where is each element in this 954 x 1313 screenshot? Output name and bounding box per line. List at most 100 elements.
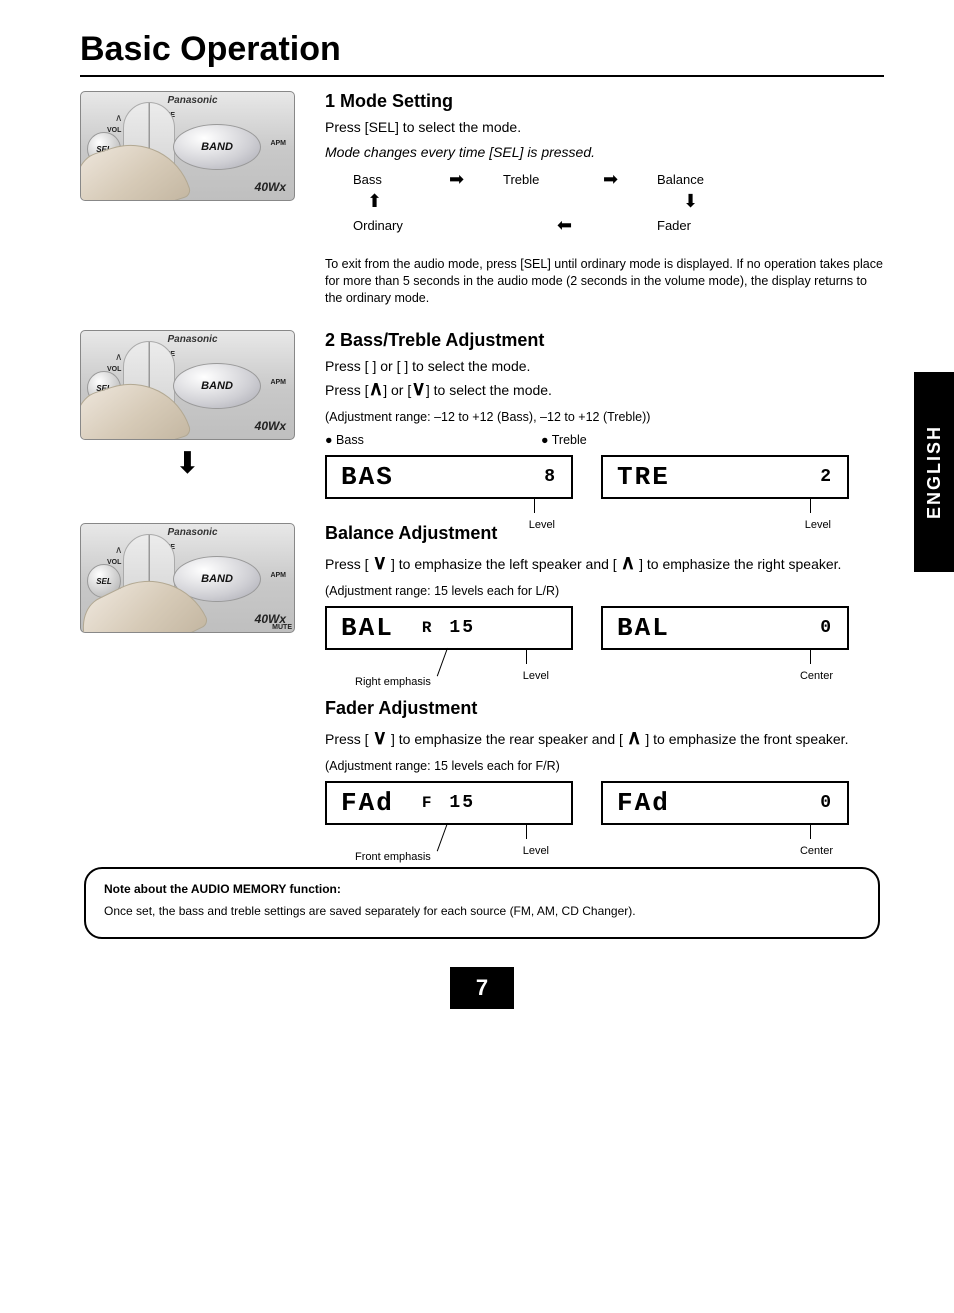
lcd-fad-value: 15 [449,793,475,813]
chevron-up-icon: ∧ [115,113,122,124]
caret-up-icon: ∧ [621,552,636,574]
lcd-treble-label: TRE [617,462,670,492]
band-button: BAND [173,124,261,170]
lcd-bass: BAS 8 [325,455,573,499]
treble-label: Treble [552,433,587,447]
lcd-treble-sub: Level [805,519,831,531]
row-step2: Panasonic VOL TUNE APM ∧ ∨ BAND SEL 40Wx… [80,330,884,519]
lcd-row-fader: FAd F 15 FAd 0 [325,781,884,825]
step2-heading: Bass/Treble Adjustment [340,330,544,350]
page-number: 7 [450,967,514,1009]
arrow-left-icon [557,216,572,234]
note-box: Note about the AUDIO MEMORY function: On… [84,867,880,939]
lcd-bal-center: BAL 0 [601,606,849,650]
lcd-bal-value: 15 [449,618,475,638]
step1-line1: Press [SEL] to select the mode. [325,118,884,137]
brand-label: Panasonic [167,334,217,345]
page-footer: 7 [80,967,884,1009]
arrow-right-icon [449,170,464,188]
fader-range: (Adjustment range: 15 levels each for F/… [325,758,884,775]
lcd-bal-left: BAL R 15 [325,606,573,650]
step2-row-labels: ● Bass ● Treble [325,432,884,449]
lcd-bass-sub: Level [529,519,555,531]
side-tab-label: ENGLISH [924,425,945,519]
lcd-row-balance: BAL R 15 BAL 0 [325,606,884,650]
mute-label: MUTE [272,624,292,631]
txt: ] to emphasize the rear speaker and [ [387,731,627,747]
lcd-bal-label: BAL [341,613,394,643]
radio-faceplate-figure: Panasonic VOL TUNE APM ∧ ∨ BAND SEL 40Wx… [80,523,295,633]
step1-line3: To exit from the audio mode, press [SEL]… [325,256,884,307]
arrow-down-icon: ⬇ [80,446,295,481]
lcd-bass-value: 8 [544,467,557,487]
lcd-bal-value: 0 [820,618,833,638]
step1-line2: Mode changes every time [SEL] is pressed… [325,143,884,162]
caret-down-icon: ∨ [372,727,387,749]
txt: ] to emphasize the front speaker. [641,731,848,747]
title-rule [80,75,884,77]
lcd-fad-left: FAd F 15 [325,781,573,825]
page-body: Basic Operation Panasonic VOL TUNE APM ∧… [0,0,954,1029]
caret-up-icon: ∧ [627,727,642,749]
page-title: Basic Operation [80,30,884,69]
balance-line1: Press [ ∨ ] to emphasize the left speake… [325,550,884,577]
chevron-up-icon: ∧ [115,545,122,556]
mode-cycle-diagram: Bass Treble Balance Fader Ordinary [325,170,884,250]
txt: ] to emphasize the left speaker and [ [387,556,620,572]
arrow-right-icon [603,170,618,188]
lcd-treble: TRE 2 [601,455,849,499]
txt: ] to emphasize the right speaker. [635,556,841,572]
txt: Press [ [325,556,372,572]
brand-label: Panasonic [167,527,217,538]
caret-up-icon: ∧ [369,378,384,400]
lcd-treble-value: 2 [820,467,833,487]
balance-heading: Balance Adjustment [325,523,884,544]
power-label: 40Wx [255,180,286,194]
apm-label: APM [270,572,286,579]
fad-center-sub: Center [800,845,833,857]
caret-down-icon: ∨ [411,378,426,400]
cycle-fader: Fader [657,218,691,233]
radio-faceplate-figure: Panasonic VOL TUNE APM ∧ ∨ BAND SEL 40Wx [80,91,295,201]
cycle-treble: Treble [503,172,539,187]
side-tab: ENGLISH [914,372,954,572]
lcd-fad-value: 0 [820,793,833,813]
bal-center-sub: Center [800,670,833,682]
step2-line1: Press [ ] or [ ] to select the mode. [325,357,884,376]
fader-heading: Fader Adjustment [325,698,884,719]
lcd-fad-label: FAd [341,788,394,818]
bal-subB: Level [523,670,549,682]
lcd-fad-mid: F [422,794,442,812]
lcd-fad-label: FAd [617,788,670,818]
cycle-balance: Balance [657,172,704,187]
cycle-bass: Bass [353,172,382,187]
step2-line1-custom: Press [∧] or [∨] to select the mode. [325,376,884,403]
chevron-up-icon: ∧ [115,352,122,363]
brand-label: Panasonic [167,95,217,106]
apm-label: APM [270,140,286,147]
arrow-down-icon [683,192,698,210]
radio-faceplate-figure: Panasonic VOL TUNE APM ∧ ∨ BAND SEL 40Wx [80,330,295,440]
bass-label: Bass [336,433,364,447]
lcd-bal-mid: R [422,619,442,637]
band-button: BAND [173,363,261,409]
balance-range: (Adjustment range: 15 levels each for L/… [325,583,884,600]
step1-num: 1 [325,91,335,111]
step1-heading: Mode Setting [340,91,453,111]
arrow-up-icon [367,192,382,210]
cycle-ordinary: Ordinary [353,218,403,233]
caret-down-icon: ∨ [372,552,387,574]
note-heading: Note about the AUDIO MEMORY function: [104,882,341,896]
fad-subA: Front emphasis [355,851,431,863]
apm-label: APM [270,379,286,386]
lcd-fad-center: FAd 0 [601,781,849,825]
step2-num: 2 [325,330,335,350]
lcd-bal-label: BAL [617,613,670,643]
note-body: Once set, the bass and treble settings a… [104,903,860,919]
step2-line1a: Press [ ] or [ ] to select the mode. [325,358,530,374]
bal-subA: Right emphasis [355,676,431,688]
txt: Press [ [325,731,372,747]
step2-range: (Adjustment range: –12 to +12 (Bass), –1… [325,409,884,426]
row-step3: Panasonic VOL TUNE APM ∧ ∨ BAND SEL 40Wx… [80,523,884,845]
lcd-bass-label: BAS [341,462,394,492]
